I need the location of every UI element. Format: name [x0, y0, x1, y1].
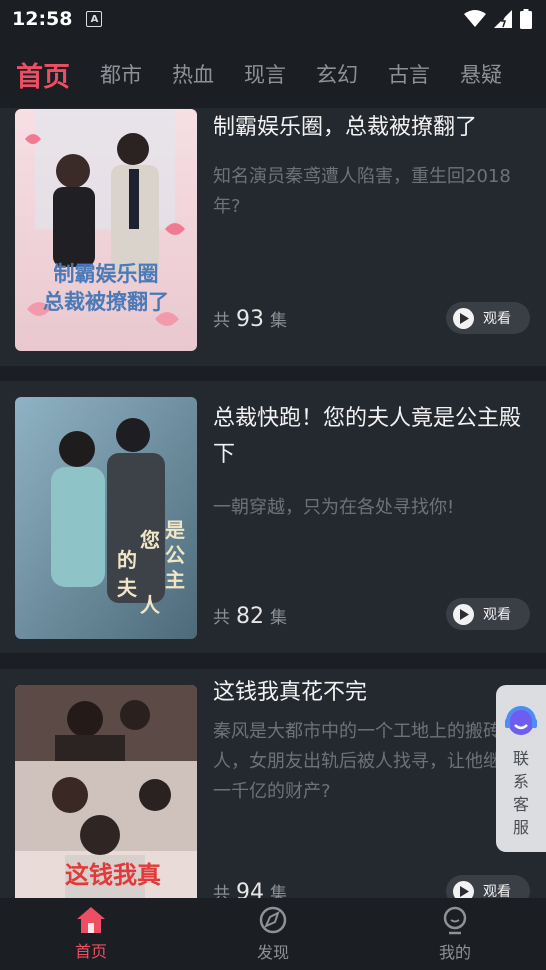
category-tabs: 首页 都市 热血 现言 玄幻 古言 悬疑 [0, 38, 546, 110]
compass-icon [259, 906, 287, 934]
drama-title[interactable]: 制霸娱乐圈，总裁被撩翻了 [213, 110, 528, 146]
nav-discover-label: 发现 [256, 943, 289, 962]
tab-home[interactable]: 首页 [16, 55, 70, 94]
episode-number: 94 [236, 880, 264, 898]
episode-count: 共 93 集 [213, 306, 287, 332]
cover-title-art: 主 [165, 568, 185, 592]
episode-prefix: 共 [213, 311, 230, 331]
episode-prefix: 共 [213, 884, 230, 898]
signal-icon [494, 10, 512, 28]
cover-title-art: 您 [140, 528, 160, 552]
play-icon [453, 603, 474, 625]
episode-suffix: 集 [270, 884, 287, 898]
drama-description: 秦风是大都市中的一个工地上的搬砖人，女朋友出轨后被人找寻，让他继承一千亿的财产? [213, 721, 519, 802]
watch-label: 观看 [483, 884, 511, 898]
watch-button[interactable]: 观看 [446, 302, 530, 334]
watch-button[interactable]: 观看 [446, 875, 530, 898]
bottom-nav: 首页 发现 我的 [0, 898, 546, 970]
watch-label: 观看 [483, 311, 511, 327]
nav-profile[interactable]: 我的 [395, 905, 515, 963]
drama-list: 制霸娱乐圈 总裁被撩翻了 制霸娱乐圈，总裁被撩翻了 知名演员秦鸢遭人陷害，重生回… [0, 108, 546, 898]
episode-number: 93 [236, 307, 264, 332]
clock: 12:58 [12, 8, 73, 30]
profile-icon [443, 906, 467, 935]
drama-description: 一朝穿越，只为在各处寻找你! [213, 497, 455, 518]
episode-count: 共 94 集 [213, 879, 287, 898]
drama-cover[interactable]: 是 公 主 您 的 夫 人 [15, 397, 197, 639]
tab-modern-romance[interactable]: 现言 [244, 59, 286, 89]
cover-title-art: 人 [140, 593, 161, 617]
episode-suffix: 集 [270, 608, 287, 628]
cover-title-art: 公 [165, 543, 185, 567]
cover-title-art: 夫 [117, 576, 138, 600]
nav-home-label: 首页 [74, 942, 107, 961]
tab-suspense[interactable]: 悬疑 [460, 59, 502, 89]
tab-ancient-romance[interactable]: 古言 [388, 59, 430, 89]
tab-fantasy[interactable]: 玄幻 [316, 59, 358, 89]
drama-card[interactable]: 这钱我真 这钱我真花不完 秦风是大都市中的一个工地上的搬砖人，女朋友出轨后被人找… [0, 669, 546, 898]
watch-button[interactable]: 观看 [446, 598, 530, 630]
cover-title-art: 总裁被撩翻了 [43, 289, 169, 314]
cover-title-art: 制霸娱乐圈 [54, 261, 159, 286]
battery-icon [520, 9, 532, 29]
tab-city[interactable]: 都市 [100, 59, 142, 89]
cover-title-art: 是 [164, 518, 185, 542]
home-icon [77, 907, 105, 933]
wifi-icon [464, 10, 486, 27]
drama-cover[interactable]: 这钱我真 [15, 685, 197, 898]
status-bar: 12:58 A [0, 0, 546, 38]
episode-number: 82 [236, 604, 264, 629]
episode-prefix: 共 [213, 608, 230, 628]
drama-description: 知名演员秦鸢遭人陷害，重生回2018年? [213, 166, 511, 217]
sim-badge: A [86, 11, 103, 27]
episode-suffix: 集 [270, 311, 287, 331]
customer-service-button[interactable]: 联系客服 [496, 685, 546, 852]
cover-title-art: 这钱我真 [65, 861, 161, 889]
drama-cover[interactable]: 制霸娱乐圈 总裁被撩翻了 [15, 109, 197, 351]
tab-hot-blood[interactable]: 热血 [172, 59, 214, 89]
drama-title[interactable]: 总裁快跑！您的夫人竟是公主殿下 [213, 401, 528, 473]
episode-count: 共 82 集 [213, 603, 287, 629]
nav-discover[interactable]: 发现 [213, 905, 333, 963]
drama-title[interactable]: 这钱我真花不完 [213, 675, 528, 711]
drama-card[interactable]: 是 公 主 您 的 夫 人 总裁快跑！您的夫人竟是公主殿下 一朝穿越，只为在各处… [0, 381, 546, 653]
nav-home[interactable]: 首页 [31, 906, 151, 962]
watch-label: 观看 [483, 607, 511, 623]
support-agent-icon [505, 706, 537, 735]
play-icon [453, 880, 474, 898]
drama-card[interactable]: 制霸娱乐圈 总裁被撩翻了 制霸娱乐圈，总裁被撩翻了 知名演员秦鸢遭人陷害，重生回… [0, 108, 546, 366]
cover-title-art: 的 [117, 548, 137, 572]
customer-service-label: 联系客服 [512, 749, 529, 837]
play-icon [453, 307, 474, 329]
nav-profile-label: 我的 [438, 943, 471, 962]
